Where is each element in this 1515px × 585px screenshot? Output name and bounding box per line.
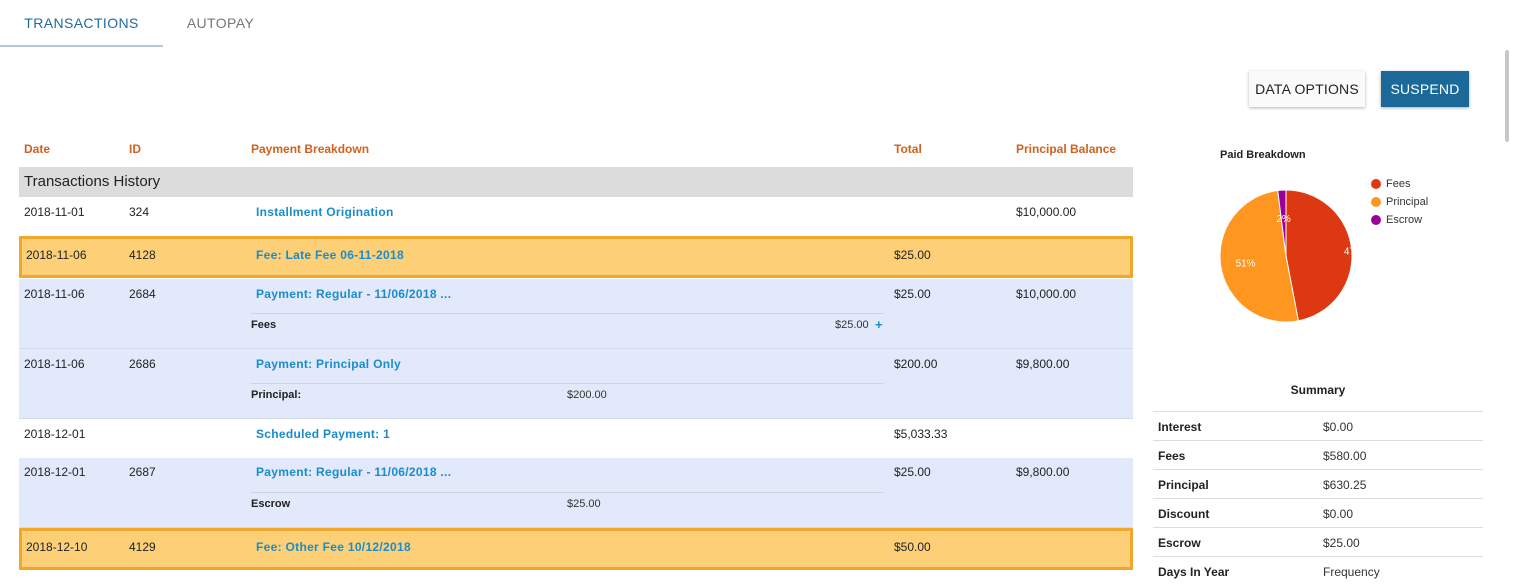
breakdown-divider <box>251 492 884 493</box>
cell-total: $5,033.33 <box>894 427 948 441</box>
header-total[interactable]: Total <box>894 142 922 156</box>
cell-id: 4128 <box>129 248 156 262</box>
cell-balance: $10,000.00 <box>1016 287 1077 301</box>
cell-date: 2018-11-06 <box>24 287 85 301</box>
cell-total: $25.00 <box>894 248 931 262</box>
cell-date: 2018-12-10 <box>26 540 88 554</box>
cell-total: $25.00 <box>894 287 931 301</box>
scrollbar-thumb[interactable] <box>1505 50 1509 142</box>
chart-legend: Fees Principal Escrow <box>1371 178 1428 232</box>
breakdown-value: $25.00 <box>835 319 869 331</box>
cell-id: 324 <box>129 205 150 219</box>
summary-value: $0.00 <box>1323 507 1354 521</box>
cell-balance: $9,800.00 <box>1016 357 1070 371</box>
tab-bar: TRANSACTIONS AUTOPAY <box>0 0 1515 47</box>
summary-row: Principal $630.25 <box>1153 469 1483 498</box>
summary-value: Frequency <box>1323 565 1380 579</box>
chart-title: Paid Breakdown <box>1220 149 1306 161</box>
table-row[interactable]: 2018-12-01 2687 Payment: Regular - 11/06… <box>19 458 1133 528</box>
header-id[interactable]: ID <box>129 142 141 156</box>
summary-value: $0.00 <box>1323 420 1354 434</box>
cell-id: 2684 <box>129 287 156 301</box>
table-row[interactable]: 2018-11-06 2684 Payment: Regular - 11/06… <box>19 279 1133 349</box>
header-principal-balance[interactable]: Principal Balance <box>1016 142 1116 156</box>
legend-item-escrow[interactable]: Escrow <box>1371 214 1428 232</box>
transaction-link[interactable]: Payment: Regular - 11/06/2018 ... <box>256 465 451 479</box>
table-row[interactable]: 2018-12-01 Scheduled Payment: 1 $5,033.3… <box>19 419 1133 457</box>
breakdown-label: Fees <box>251 319 277 331</box>
cell-date: 2018-12-01 <box>24 427 86 441</box>
summary-value: $580.00 <box>1323 449 1367 463</box>
data-options-button[interactable]: DATA OPTIONS <box>1249 71 1365 107</box>
summary-row: Interest $0.00 <box>1153 411 1483 440</box>
pie-slice-fees[interactable] <box>1285 189 1353 322</box>
suspend-button[interactable]: SUSPEND <box>1381 71 1469 107</box>
cell-total: $25.00 <box>894 465 931 479</box>
cell-date: 2018-11-06 <box>26 248 87 262</box>
summary-label: Discount <box>1158 507 1210 521</box>
legend-item-fees[interactable]: Fees <box>1371 178 1428 196</box>
legend-swatch <box>1371 215 1381 225</box>
summary-row: Escrow $25.00 <box>1153 527 1483 556</box>
cell-date: 2018-11-01 <box>24 205 85 219</box>
summary-label: Escrow <box>1158 536 1201 550</box>
cell-date: 2018-11-06 <box>24 357 85 371</box>
summary-row: Discount $0.00 <box>1153 498 1483 527</box>
tab-autopay[interactable]: AUTOPAY <box>163 0 278 47</box>
summary-value: $630.25 <box>1323 478 1367 492</box>
summary-label: Principal <box>1158 478 1209 492</box>
transaction-link[interactable]: Fee: Late Fee 06-11-2018 <box>256 248 404 262</box>
transaction-link[interactable]: Fee: Other Fee 10/12/2018 <box>256 540 411 554</box>
table-row[interactable]: 2018-11-06 2686 Payment: Principal Only … <box>19 349 1133 419</box>
tab-transactions[interactable]: TRANSACTIONS <box>0 0 163 47</box>
pie-slice-label: 2% <box>1276 214 1291 225</box>
legend-swatch <box>1371 179 1381 189</box>
transaction-link[interactable]: Payment: Principal Only <box>256 357 401 371</box>
legend-swatch <box>1371 197 1381 207</box>
cell-id: 4129 <box>129 540 156 554</box>
summary-row: Fees $580.00 <box>1153 440 1483 469</box>
breakdown-value: $200.00 <box>567 389 607 401</box>
cell-total: $50.00 <box>894 540 931 554</box>
table-row-fee[interactable]: 2018-11-06 4128 Fee: Late Fee 06-11-2018… <box>19 236 1133 278</box>
transaction-link[interactable]: Payment: Regular - 11/06/2018 ... <box>256 287 451 301</box>
breakdown-divider <box>251 383 884 384</box>
breakdown-label: Escrow <box>251 498 291 510</box>
breakdown-label: Principal: <box>251 389 302 401</box>
cell-balance: $9,800.00 <box>1016 465 1070 479</box>
transaction-link[interactable]: Scheduled Payment: 1 <box>256 427 390 441</box>
cell-balance: $10,000.00 <box>1016 205 1077 219</box>
header-payment-breakdown: Payment Breakdown <box>251 142 370 156</box>
summary-label: Interest <box>1158 420 1202 434</box>
cell-id: 2687 <box>129 465 156 479</box>
pie-slice-label: 51% <box>1236 258 1256 269</box>
summary-value: $25.00 <box>1323 536 1360 550</box>
summary-title: Summary <box>1290 383 1346 397</box>
summary-row: Days In Year Frequency <box>1153 556 1483 585</box>
table-row-fee[interactable]: 2018-12-10 4129 Fee: Other Fee 10/12/201… <box>19 528 1133 570</box>
header-date[interactable]: Date <box>24 142 50 156</box>
summary-label: Days In Year <box>1158 565 1230 579</box>
section-transactions-history: Transactions History <box>19 167 1133 197</box>
transaction-link[interactable]: Installment Origination <box>256 205 394 219</box>
breakdown-value: $25.00 <box>567 498 601 510</box>
plus-icon[interactable]: + <box>875 317 883 332</box>
cell-date: 2018-12-01 <box>24 465 86 479</box>
pie-slice-label: 47 <box>1344 247 1356 258</box>
breakdown-divider <box>251 313 884 314</box>
cell-total: $200.00 <box>894 357 938 371</box>
summary-label: Fees <box>1158 449 1186 463</box>
paid-breakdown-pie-chart: 47 51% 2% <box>1219 189 1356 323</box>
legend-item-principal[interactable]: Principal <box>1371 196 1428 214</box>
cell-id: 2686 <box>129 357 156 371</box>
table-row[interactable]: 2018-11-01 324 Installment Origination $… <box>19 197 1133 235</box>
